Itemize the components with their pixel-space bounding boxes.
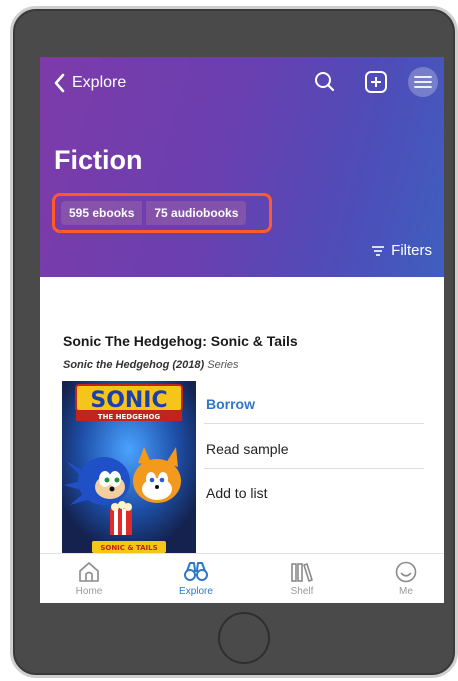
tab-me[interactable]: Me [376, 560, 436, 597]
book-title[interactable]: Sonic The Hedgehog: Sonic & Tails [63, 333, 298, 349]
filter-icon [372, 245, 385, 256]
book-cover[interactable]: SONIC THE HEDGEHOG SONIC & TAILS [62, 381, 196, 553]
add-to-list-button[interactable]: Add to list [206, 485, 424, 501]
format-chips-highlight: 595 ebooks 75 audiobooks [52, 193, 272, 233]
tab-home[interactable]: Home [59, 560, 119, 597]
read-sample-button[interactable]: Read sample [206, 441, 424, 457]
bottom-tab-bar: Home Explore Shelf Me [40, 553, 444, 603]
back-label: Explore [72, 74, 127, 91]
add-button[interactable] [363, 69, 389, 95]
device-home-button[interactable] [218, 612, 270, 664]
home-icon [79, 562, 99, 582]
books-icon [291, 563, 313, 582]
tab-explore[interactable]: Explore [166, 560, 226, 597]
tab-shelf[interactable]: Shelf [272, 560, 332, 597]
page-title: Fiction [54, 145, 143, 175]
search-button[interactable] [312, 69, 338, 95]
binoculars-icon [184, 562, 208, 581]
divider [204, 423, 424, 424]
cover-art: SONIC THE HEDGEHOG SONIC & TAILS [62, 381, 196, 553]
tab-home-label: Home [75, 586, 103, 597]
svg-text:THE HEDGEHOG: THE HEDGEHOG [98, 413, 161, 421]
filters-button[interactable]: Filters [371, 242, 432, 259]
ebooks-chip[interactable]: 595 ebooks [61, 201, 143, 225]
divider [204, 468, 424, 469]
back-button[interactable]: Explore [52, 71, 126, 95]
tab-me-label: Me [399, 586, 413, 597]
audiobooks-chip[interactable]: 75 audiobooks [146, 201, 247, 225]
book-list: Sonic The Hedgehog: Sonic & Tails Sonic … [40, 277, 444, 553]
filters-label: Filters [391, 242, 432, 259]
hamburger-icon [414, 76, 432, 88]
search-icon [315, 72, 335, 92]
borrow-button[interactable]: Borrow [206, 396, 424, 412]
series-word: Series [207, 359, 239, 371]
hero-header: Explore Fiction 595 ebooks 75 audiobooks… [40, 57, 444, 277]
tab-explore-label: Explore [179, 586, 213, 597]
tab-shelf-label: Shelf [290, 586, 314, 597]
menu-button[interactable] [408, 67, 438, 97]
app-screen: Explore Fiction 595 ebooks 75 audiobooks… [40, 57, 444, 603]
smiley-icon [395, 561, 417, 583]
plus-square-icon [365, 71, 387, 93]
svg-text:SONIC: SONIC [90, 388, 167, 413]
series-name: Sonic the Hedgehog (2018) [63, 359, 205, 371]
chevron-left-icon [54, 73, 65, 93]
svg-text:SONIC & TAILS: SONIC & TAILS [100, 544, 157, 552]
book-series[interactable]: Sonic the Hedgehog (2018) Series [63, 359, 238, 371]
